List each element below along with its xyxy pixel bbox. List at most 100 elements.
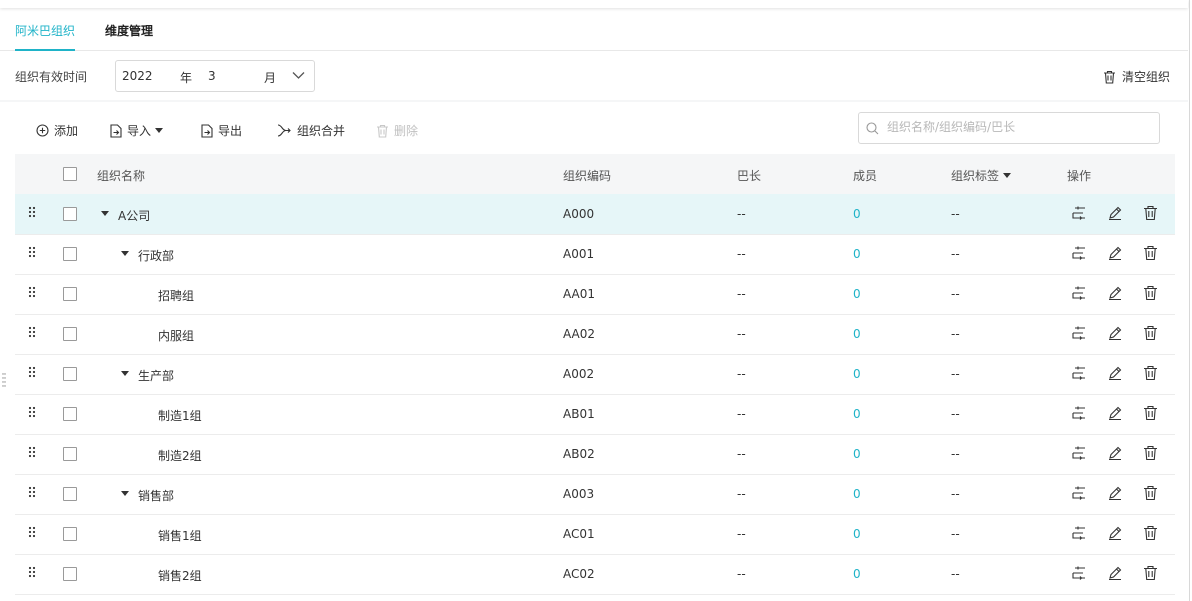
col-org-tags[interactable]: 组织标签 [951,167,1012,184]
edit-icon[interactable] [1107,445,1123,461]
expand-caret-icon[interactable] [121,371,129,376]
add-button[interactable]: 添加 [36,122,78,139]
drag-handle-icon[interactable] [28,526,36,538]
edit-icon[interactable] [1107,365,1123,381]
drag-handle-icon[interactable] [28,286,36,298]
search-input[interactable] [885,119,1149,135]
table-row[interactable]: 销售2组 AC02 -- 0 -- [15,554,1175,595]
sub-org-icon[interactable] [1071,325,1087,341]
trash-icon[interactable] [1143,325,1158,341]
trash-icon[interactable] [1143,245,1158,261]
edit-icon[interactable] [1107,205,1123,221]
row-checkbox[interactable] [63,407,77,421]
member-count[interactable]: 0 [853,447,861,461]
org-name: 制造2组 [158,449,202,463]
trash-icon [377,124,388,138]
drag-handle-icon[interactable] [28,566,36,578]
edit-icon[interactable] [1107,485,1123,501]
row-checkbox[interactable] [63,247,77,261]
trash-icon[interactable] [1143,565,1158,581]
edit-icon[interactable] [1107,325,1123,341]
drag-handle-icon[interactable] [28,446,36,458]
org-code: A001 [563,247,595,261]
row-checkbox[interactable] [63,207,77,221]
sub-org-icon[interactable] [1071,485,1087,501]
sub-org-icon[interactable] [1071,365,1087,381]
table-row[interactable]: 内服组 AA02 -- 0 -- [15,314,1175,355]
table-row[interactable]: 制造1组 AB01 -- 0 -- [15,394,1175,435]
member-count[interactable]: 0 [853,407,861,421]
expand-caret-icon[interactable] [101,211,109,216]
tab-dimension-management[interactable]: 维度管理 [105,22,153,39]
edit-icon[interactable] [1107,245,1123,261]
export-button[interactable]: 导出 [201,122,242,139]
drag-handle-icon[interactable] [28,206,36,218]
trash-icon[interactable] [1143,445,1158,461]
sub-org-icon[interactable] [1071,405,1087,421]
row-checkbox[interactable] [63,527,77,541]
chevron-down-icon[interactable] [292,71,305,80]
member-count[interactable]: 0 [853,567,861,581]
table-row[interactable]: 销售1组 AC01 -- 0 -- [15,514,1175,555]
member-count[interactable]: 0 [853,327,861,341]
drag-handle-icon[interactable] [28,406,36,418]
drag-handle-icon[interactable] [28,486,36,498]
resize-handle-icon[interactable] [2,372,6,388]
row-checkbox[interactable] [63,327,77,341]
trash-icon[interactable] [1143,405,1158,421]
table-row[interactable]: 制造2组 AB02 -- 0 -- [15,434,1175,475]
row-checkbox[interactable] [63,447,77,461]
drag-handle-icon[interactable] [28,246,36,258]
leader-value: -- [737,447,746,461]
member-count[interactable]: 0 [853,527,861,541]
member-count[interactable]: 0 [853,487,861,501]
clear-org-button[interactable]: 清空组织 [1103,68,1170,85]
trash-icon[interactable] [1143,365,1158,381]
member-count[interactable]: 0 [853,247,861,261]
trash-icon[interactable] [1143,485,1158,501]
member-count[interactable]: 0 [853,367,861,381]
tab-amoeba-org[interactable]: 阿米巴组织 [15,22,76,51]
table-row[interactable]: A公司 A000 -- 0 -- [15,194,1175,235]
trash-icon[interactable] [1143,525,1158,541]
tab-bar: 阿米巴组织 维度管理 [0,8,1188,51]
edit-icon[interactable] [1107,565,1123,581]
delete-button[interactable]: 删除 [376,122,418,139]
select-all-checkbox[interactable] [63,167,77,181]
table-row[interactable]: 招聘组 AA01 -- 0 -- [15,274,1175,315]
org-search-box[interactable] [858,112,1160,144]
edit-icon[interactable] [1107,405,1123,421]
sub-org-icon[interactable] [1071,285,1087,301]
leader-value: -- [737,567,746,581]
sub-org-icon[interactable] [1071,205,1087,221]
trash-icon[interactable] [1143,205,1158,221]
org-code: AB02 [563,447,595,461]
table-row[interactable]: 生产部 A002 -- 0 -- [15,354,1175,395]
expand-caret-icon[interactable] [121,491,129,496]
expand-caret-icon[interactable] [121,251,129,256]
row-checkbox[interactable] [63,487,77,501]
drag-handle-icon[interactable] [28,366,36,378]
leader-value: -- [737,407,746,421]
leader-value: -- [737,247,746,261]
sub-org-icon[interactable] [1071,525,1087,541]
leader-value: -- [737,367,746,381]
member-count[interactable]: 0 [853,287,861,301]
table-row[interactable]: 行政部 A001 -- 0 -- [15,234,1175,275]
trash-icon[interactable] [1143,285,1158,301]
sub-org-icon[interactable] [1071,565,1087,581]
sub-org-icon[interactable] [1071,445,1087,461]
month-picker[interactable]: 2022 年 3 月 [115,60,315,92]
org-name: 制造1组 [158,409,202,423]
merge-org-button[interactable]: 组织合并 [277,122,345,139]
table-row[interactable]: 销售部 A003 -- 0 -- [15,474,1175,515]
edit-icon[interactable] [1107,525,1123,541]
row-checkbox[interactable] [63,367,77,381]
row-checkbox[interactable] [63,287,77,301]
member-count[interactable]: 0 [853,207,861,221]
edit-icon[interactable] [1107,285,1123,301]
drag-handle-icon[interactable] [28,326,36,338]
row-checkbox[interactable] [63,567,77,581]
import-button[interactable]: 导入 [110,122,164,139]
sub-org-icon[interactable] [1071,245,1087,261]
